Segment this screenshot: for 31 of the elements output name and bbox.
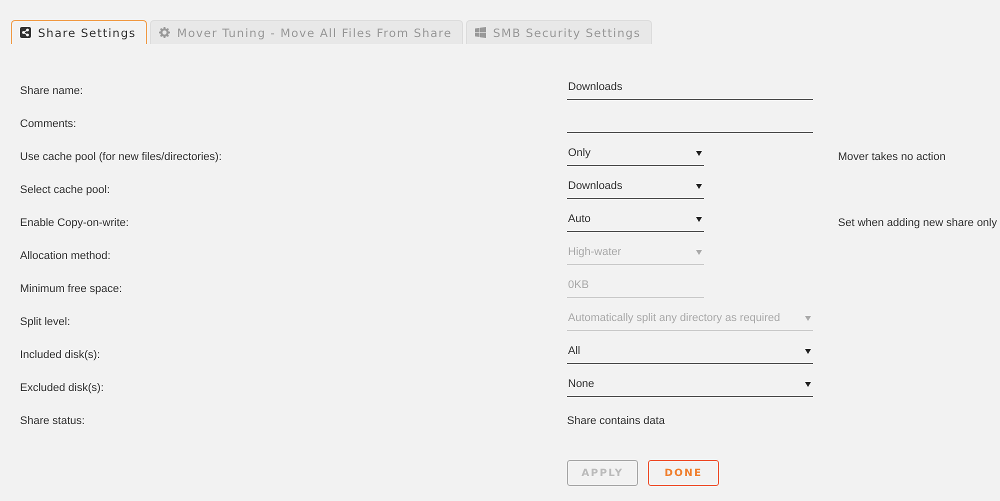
caret-icon [696, 184, 702, 188]
dropdown[interactable]: Only [567, 141, 704, 166]
dropdown[interactable]: None [567, 372, 813, 397]
gear-icon [159, 27, 170, 38]
field-label: Excluded disk(s): [20, 381, 105, 394]
caret-icon [696, 216, 702, 222]
field-label: Use cache pool (for new files/directories): [20, 150, 223, 163]
dropdown[interactable]: Downloads [567, 174, 704, 199]
field-label: Included disk(s): [20, 348, 102, 361]
windows-icon [474, 27, 486, 38]
caret-icon [805, 316, 811, 320]
share-icon [20, 27, 31, 38]
field-label: Minimum free space: [20, 282, 124, 295]
field-label: Split level: [20, 315, 72, 328]
field-label: Comments: [20, 117, 78, 130]
field-label: Select cache pool: [20, 183, 111, 196]
caret-icon [696, 150, 702, 156]
caret-icon [805, 382, 811, 386]
hint-text: Set when adding new share only [838, 216, 997, 229]
field-label: Allocation method: [20, 249, 112, 262]
status-text: Share contains data [567, 414, 665, 427]
hint-text: Mover takes no action [838, 150, 946, 163]
dropdown[interactable]: All [567, 339, 813, 364]
caret-icon [805, 348, 811, 354]
field-label: Share name: [20, 84, 84, 97]
caret-icon [696, 250, 702, 254]
input-field[interactable]: Downloads [567, 75, 813, 100]
field-label: Share status: [20, 414, 86, 427]
tab[interactable]: Share Settings [11, 20, 148, 44]
dropdown[interactable]: Auto [567, 207, 704, 232]
field-label: Enable Copy-on-write: [20, 216, 130, 229]
